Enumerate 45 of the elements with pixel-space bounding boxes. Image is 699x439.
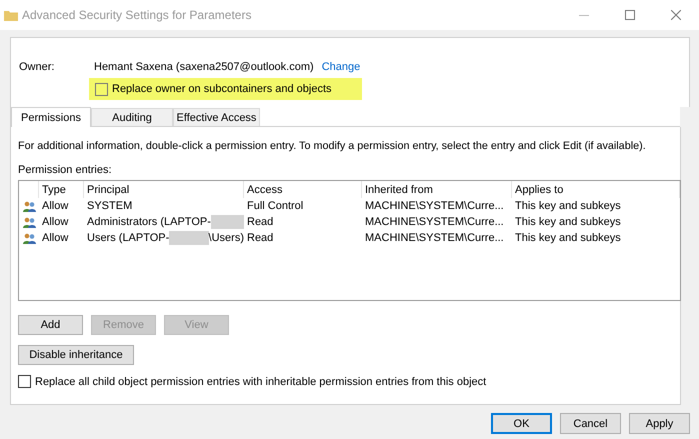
- entries-label: Permission entries:: [18, 164, 113, 178]
- owner-name: Hemant Saxena (saxena2507@outlook.com): [94, 61, 314, 73]
- close-icon[interactable]: [671, 10, 681, 20]
- table-cell-text: Allow: [41, 215, 70, 230]
- info-text: For additional information, double-click a permission entry. To modify a permission entry, select the entry and click Edit (if available).: [18, 139, 646, 154]
- maximize-icon[interactable]: [625, 10, 635, 20]
- entry-button[interactable]: Add: [18, 315, 83, 335]
- folder-icon: [4, 9, 18, 21]
- column-header[interactable]: Type: [39, 181, 84, 198]
- dialog-button[interactable]: Cancel: [560, 413, 621, 434]
- table-cell: \Users): [208, 232, 244, 244]
- column-header[interactable]: Inherited from: [362, 181, 512, 198]
- table-cell: SYSTEM: [87, 200, 132, 212]
- users-icon: [22, 232, 36, 244]
- tab[interactable]: Effective Access: [173, 108, 260, 126]
- table-cell-text: MACHINE\SYSTEM\Curre...: [364, 199, 505, 214]
- table-cell: Users (LAPTOP-: [87, 232, 170, 244]
- checkbox-label: Replace owner on subcontainers and objects: [112, 83, 332, 95]
- owner-label: Owner:: [19, 61, 56, 73]
- checkbox[interactable]: [18, 375, 31, 388]
- table-cell-text: This key and subkeys: [514, 199, 622, 214]
- checkbox[interactable]: [95, 82, 108, 96]
- window-title: Advanced Security Settings for Parameters: [22, 8, 252, 22]
- table-cell-text: Allow: [41, 231, 70, 246]
- disable-inheritance-button[interactable]: Disable inheritance: [18, 345, 134, 365]
- table-cell-text: MACHINE\SYSTEM\Curre...: [364, 215, 505, 230]
- users-icon: [22, 200, 36, 212]
- column-header[interactable]: Principal: [84, 181, 244, 198]
- checkbox-label: Replace all child object permission entries with inheritable permission entries from this object: [35, 376, 486, 388]
- table-cell-text: This key and subkeys: [514, 215, 622, 230]
- dialog-button[interactable]: OK: [491, 413, 552, 434]
- table-cell-text: Allow: [41, 199, 70, 214]
- tab[interactable]: Permissions: [11, 107, 91, 127]
- table-cell: Administrators (LAPTOP-: [87, 216, 211, 228]
- column-header[interactable]: Applies to: [512, 181, 680, 198]
- table-cell-text: This key and subkeys: [514, 231, 622, 246]
- table-cell-text: MACHINE\SYSTEM\Curre...: [364, 231, 505, 246]
- table-cell-text: Full Control: [246, 199, 304, 214]
- column-header[interactable]: Access: [244, 181, 362, 198]
- table-cell-text: Read: [246, 231, 274, 246]
- tab[interactable]: Auditing: [91, 108, 173, 126]
- change-link[interactable]: Change: [322, 61, 360, 73]
- users-icon: [22, 216, 36, 228]
- table-cell-text: Read: [246, 215, 274, 230]
- dialog-button[interactable]: Apply: [629, 413, 690, 434]
